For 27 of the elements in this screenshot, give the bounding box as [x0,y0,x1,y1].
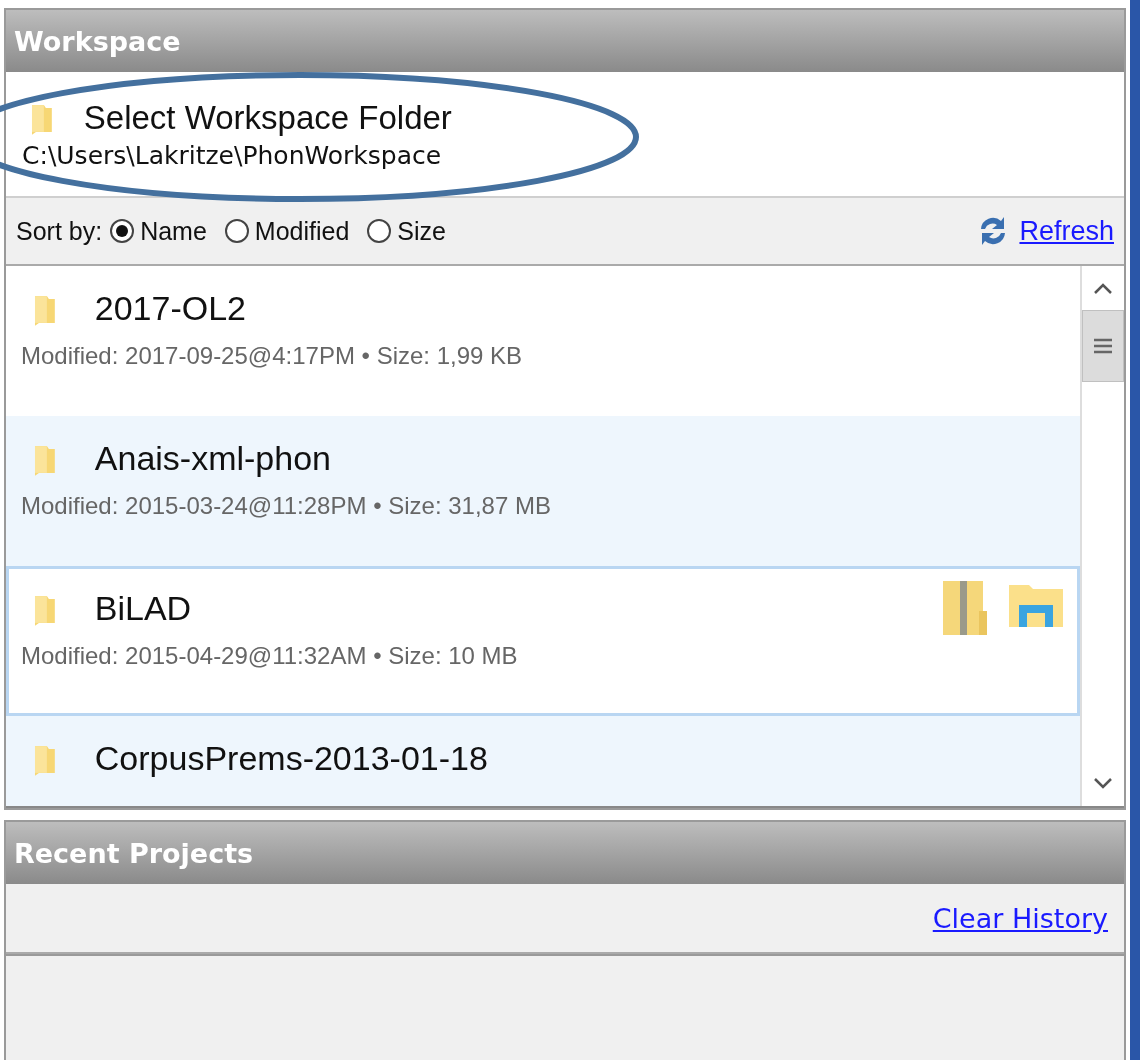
clear-history-link[interactable]: Clear History [932,902,1108,934]
folder-details: Modified: 2015-03-24@11:28PM • Size: 31,87 MB [21,492,552,520]
radio-button[interactable] [367,219,392,243]
folder-details: Modified: 2015-04-29@11:32AM • Size: 10 MB [21,642,519,670]
panel-title: Recent Projects [6,820,1124,884]
panel-title: Workspace [6,8,1124,72]
folder-name: BiLAD [94,589,192,628]
select-folder-link[interactable]: Select Workspace Folder [83,98,452,137]
zip-folder-icon[interactable] [943,581,987,635]
folder-details: Modified: 2017-09-25@4:17PM • Size: 1,99 KB [21,342,524,370]
radio-button[interactable] [224,219,249,243]
scroll-up-icon[interactable] [1093,282,1113,294]
scroll-down-icon[interactable] [1093,778,1113,790]
folder-name: 2017-OL2 [94,289,247,328]
folder-row[interactable]: CorpusPrems-2013-01-18 [6,716,1080,806]
folder-row[interactable]: Anais-xml-phon Modified: 2015-03-24@11:28PM • Size: 31,87 MB [6,416,1080,566]
sort-option-label[interactable]: Size [397,216,446,246]
sort-label: Sort by: [16,216,103,246]
workspace-path: C:\Users\Lakritze\PhonWorkspace [22,140,443,170]
refresh-link[interactable]: Refresh [1019,215,1114,247]
folder-name: CorpusPrems-2013-01-18 [94,739,488,778]
scrollbar-thumb[interactable] [1082,310,1124,382]
sort-option-label[interactable]: Name [140,216,207,246]
folder-name: Anais-xml-phon [94,439,331,478]
folder-row[interactable]: BiLAD Modified: 2015-04-29@11:32AM • Size: 10 MB [6,566,1080,716]
radio-button[interactable] [110,219,135,243]
sort-option-label[interactable]: Modified [254,216,350,246]
